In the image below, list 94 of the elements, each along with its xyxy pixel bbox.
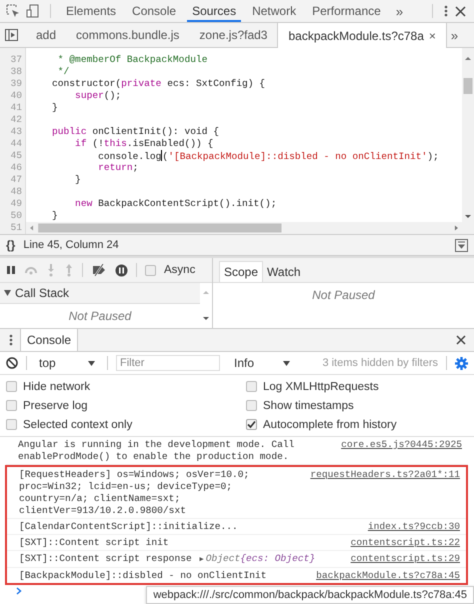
line-number: 43 bbox=[9, 126, 23, 138]
drawer-toggle-icon[interactable] bbox=[455, 238, 468, 252]
checkbox-label: Show timestamps bbox=[263, 400, 354, 412]
checkbox-label: Autocomplete from history bbox=[263, 418, 397, 430]
checkbox[interactable] bbox=[6, 400, 17, 411]
caret-icon bbox=[88, 360, 95, 366]
tooltip: webpack:///./src/common/backpack/backpackModule.ts?c78a:45 bbox=[146, 586, 474, 604]
source-link[interactable]: requestHeaders.ts?2a01*:11 bbox=[310, 469, 460, 481]
sidebar-tab[interactable]: Watch bbox=[263, 261, 305, 282]
log-message: [RequestHeaders] os=Windows; osVer=10.0; proc=Win32; lcid=en-us; deviceType=0; country=n/a; clientName=sxt; clientVer=913/10.2.0.9800/sxt bbox=[19, 469, 250, 517]
drawer-tab[interactable]: Console bbox=[20, 329, 78, 351]
code-line: } bbox=[74, 174, 81, 185]
code-line: public onClientInit(): void { bbox=[51, 126, 219, 137]
source-link[interactable]: contentscript.ts:22 bbox=[350, 537, 460, 549]
source-link[interactable]: backpackModule.ts?c78a:45 bbox=[316, 570, 460, 582]
line-number: 44 bbox=[9, 138, 23, 150]
sidebar-toggle-icon[interactable] bbox=[5, 29, 18, 41]
more-tabs-button[interactable]: » bbox=[392, 4, 408, 18]
code-line: } bbox=[51, 102, 58, 113]
code-line: */ bbox=[56, 66, 70, 77]
code-line: return; bbox=[97, 162, 138, 173]
line-number: 39 bbox=[9, 78, 23, 90]
checkbox-label: Selected context only bbox=[23, 418, 132, 430]
code-line: } bbox=[51, 210, 58, 221]
caret-icon bbox=[283, 360, 290, 366]
more-options-icon[interactable] bbox=[443, 4, 449, 18]
vertical-scrollbar[interactable] bbox=[462, 48, 474, 234]
sidebar-tab[interactable]: Scope bbox=[219, 261, 264, 282]
code-line: super(); bbox=[74, 90, 122, 101]
expand-arrow-icon[interactable] bbox=[4, 290, 11, 296]
device-icon[interactable] bbox=[26, 4, 40, 18]
code-line: constructor(private ecs: SxtConfig) { bbox=[51, 78, 266, 89]
checkbox[interactable] bbox=[246, 400, 257, 411]
close-icon[interactable] bbox=[455, 6, 466, 16]
checkbox[interactable] bbox=[246, 381, 257, 392]
log-message: [CalendarContentScript]::initialize... bbox=[19, 521, 239, 533]
close-icon[interactable] bbox=[456, 335, 466, 345]
file-tab[interactable]: commons.bundle.js bbox=[66, 23, 190, 47]
clear-console-icon[interactable] bbox=[6, 357, 18, 369]
empty-message: Not Paused bbox=[68, 309, 132, 323]
line-number: 38 bbox=[9, 66, 23, 78]
settings-icon[interactable] bbox=[455, 356, 468, 370]
code-line: * @memberOf BackpackModule bbox=[56, 54, 208, 65]
source-link[interactable]: core.es5.js?0445:2925 bbox=[341, 439, 462, 451]
code-line: if (!this.isEnabled()) { bbox=[74, 138, 214, 149]
line-number: 49 bbox=[9, 198, 23, 210]
line-number: 37 bbox=[9, 54, 23, 66]
panel-tab[interactable]: Console bbox=[127, 0, 182, 22]
checkbox-label: Log XMLHttpRequests bbox=[263, 380, 379, 392]
context-dropdown[interactable]: top bbox=[35, 354, 99, 372]
section-title[interactable]: Call Stack bbox=[15, 286, 70, 300]
file-tab[interactable]: backpackModule.ts?c78a × bbox=[277, 23, 447, 48]
line-number: 45 bbox=[9, 150, 23, 162]
more-tabs-button[interactable]: » bbox=[446, 28, 462, 42]
panel-tab[interactable]: Network bbox=[247, 0, 302, 22]
checkbox-label: Hide network bbox=[23, 380, 90, 392]
panel-tab[interactable]: Performance bbox=[307, 0, 386, 22]
prompt-icon bbox=[16, 587, 22, 595]
line-number: 51 bbox=[9, 222, 23, 234]
code-line: console.log('[BackpackModule]::disbled - no onClientInit'); bbox=[97, 151, 439, 162]
checkbox-label: Async bbox=[164, 264, 196, 276]
line-number: 47 bbox=[9, 174, 23, 186]
file-tab[interactable]: zone.js?fad3 bbox=[189, 23, 278, 47]
checkbox[interactable] bbox=[6, 381, 17, 392]
source-link[interactable]: contentscript.ts:29 bbox=[350, 553, 460, 565]
filter-field[interactable]: Filter bbox=[116, 355, 220, 371]
empty-message: Not Paused bbox=[312, 288, 375, 302]
pause-icon[interactable] bbox=[6, 265, 16, 275]
pause-on-exceptions-icon[interactable] bbox=[115, 264, 128, 276]
code-line: new BackpackContentScript().init(); bbox=[74, 198, 277, 209]
line-number: 42 bbox=[9, 114, 23, 126]
line-number: 48 bbox=[9, 186, 23, 198]
source-link[interactable]: index.ts?9ccb:30 bbox=[368, 521, 460, 533]
pretty-print-button[interactable]: {} bbox=[6, 238, 16, 252]
checkbox-label: Preserve log bbox=[23, 400, 88, 412]
log-message: [SXT]::Content script init bbox=[19, 537, 170, 549]
line-number: 41 bbox=[9, 102, 23, 114]
cursor-position: Line 45, Column 24 bbox=[23, 239, 119, 251]
line-number: 40 bbox=[9, 90, 23, 102]
line-number: 50 bbox=[9, 210, 23, 222]
inspect-icon[interactable] bbox=[6, 4, 20, 18]
checkbox[interactable] bbox=[246, 419, 257, 430]
panel-tab[interactable]: Elements bbox=[61, 0, 122, 22]
more-options-icon[interactable] bbox=[8, 333, 14, 347]
hidden-items-note: 3 items hidden by filters bbox=[322, 357, 438, 369]
file-tab[interactable]: add bbox=[26, 23, 66, 47]
checkbox[interactable] bbox=[145, 264, 156, 276]
horizontal-scrollbar[interactable] bbox=[26, 222, 462, 234]
log-message: Angular is running in the development mode. Call enableProdMode() to enable the production mode. bbox=[18, 439, 296, 463]
deactivate-breakpoints-icon[interactable] bbox=[91, 264, 107, 276]
log-message: [BackpackModule]::disbled - no onClientInit bbox=[19, 570, 268, 582]
checkbox[interactable] bbox=[6, 419, 17, 430]
line-number: 46 bbox=[9, 162, 23, 174]
level-dropdown[interactable]: Info bbox=[230, 354, 294, 372]
